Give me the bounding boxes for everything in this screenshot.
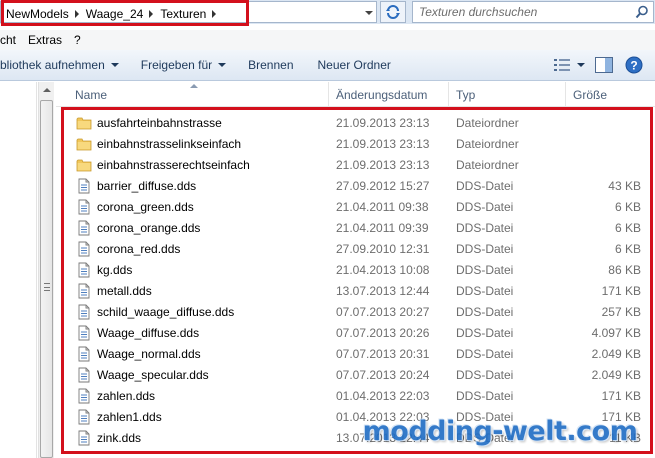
svg-text:?: ?	[630, 59, 637, 73]
preview-pane-button[interactable]	[591, 53, 617, 77]
menu-item-help[interactable]: ?	[68, 33, 87, 47]
file-list-highlight-frame	[61, 107, 653, 454]
column-header-date[interactable]: Änderungsdatum	[329, 82, 449, 107]
column-header-name-label: Name	[75, 87, 108, 102]
column-header-row: Name Änderungsdatum Typ Größe	[56, 82, 655, 107]
view-details-icon	[554, 59, 570, 71]
share-with-button[interactable]: Freigeben für	[133, 53, 234, 77]
search-box[interactable]	[412, 1, 654, 23]
breadcrumb-highlight-frame	[1, 0, 249, 26]
new-folder-button[interactable]: Neuer Ordner	[310, 53, 399, 77]
refresh-button[interactable]	[380, 1, 406, 23]
watermark-logo: modding-welt.com	[362, 415, 638, 447]
burn-button[interactable]: Brennen	[240, 53, 301, 77]
sort-ascending-icon	[190, 84, 198, 88]
burn-label: Brennen	[248, 58, 294, 72]
column-header-name[interactable]: Name	[56, 82, 329, 107]
column-header-size-label: Größe	[573, 87, 608, 102]
column-header-type[interactable]: Typ	[449, 82, 566, 107]
change-view-button[interactable]	[549, 53, 575, 77]
chevron-down-icon	[110, 63, 119, 67]
menu-item-view[interactable]: cht	[0, 33, 22, 47]
scroll-up-arrow-icon[interactable]	[39, 82, 55, 98]
chevron-down-icon	[218, 63, 227, 67]
column-header-size[interactable]: Größe	[566, 82, 655, 107]
scrollbar-thumb[interactable]	[40, 100, 53, 458]
toolbar-right-group: ?	[545, 53, 647, 77]
share-with-label: Freigeben für	[140, 58, 213, 72]
preview-pane-icon	[595, 57, 613, 73]
add-to-library-label: bliothek aufnehmen	[0, 58, 105, 72]
menu-item-extras[interactable]: Extras	[22, 33, 68, 47]
search-icon[interactable]	[635, 5, 649, 19]
search-input[interactable]	[419, 4, 619, 20]
address-bar-row: NewModels Waage_24 Texturen	[0, 0, 655, 26]
help-button[interactable]: ?	[621, 53, 647, 77]
column-header-type-label: Typ	[456, 87, 476, 102]
new-folder-label: Neuer Ordner	[317, 58, 391, 72]
refresh-icon	[386, 5, 400, 19]
command-toolbar: bliothek aufnehmen Freigeben für Brennen…	[0, 50, 655, 81]
view-options-chevron-icon[interactable]	[575, 53, 587, 77]
scrollbar-grip-icon	[44, 283, 50, 291]
navigation-pane[interactable]	[0, 82, 37, 458]
column-header-date-label: Änderungsdatum	[336, 87, 428, 102]
navigation-pane-scrollbar[interactable]	[38, 82, 54, 458]
menu-bar: cht Extras ?	[0, 30, 655, 50]
add-to-library-button[interactable]: bliothek aufnehmen	[0, 53, 127, 77]
help-icon: ?	[625, 56, 643, 74]
address-history-dropdown-icon[interactable]	[361, 3, 377, 23]
